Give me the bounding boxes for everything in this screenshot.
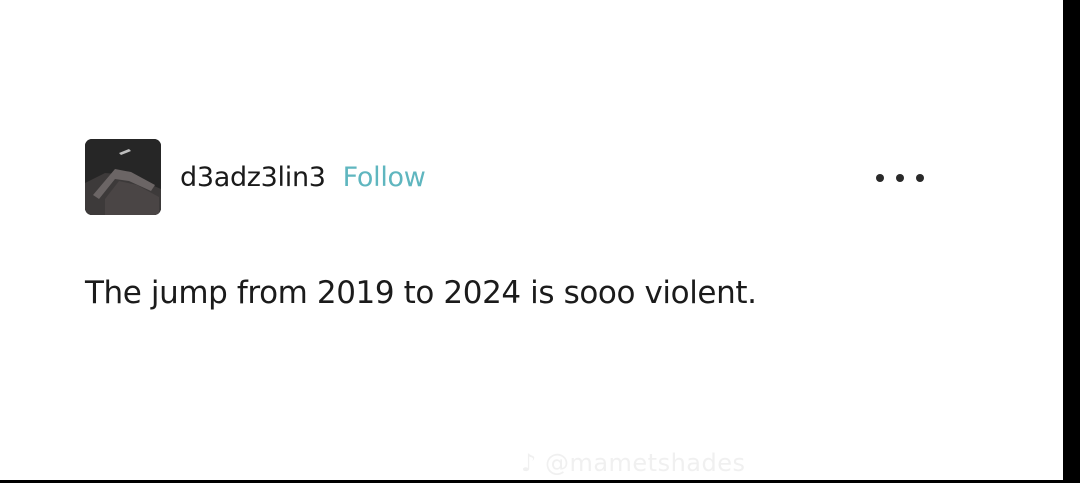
avatar[interactable] [85, 139, 161, 215]
post-card: d3adz3lin3 Follow The jump from 2019 to … [0, 0, 1063, 480]
follow-button[interactable]: Follow [343, 162, 426, 193]
more-options-icon[interactable] [876, 166, 924, 190]
username-link[interactable]: d3adz3lin3 [180, 162, 326, 193]
more-dot [896, 174, 904, 182]
avatar-image [85, 139, 161, 215]
more-dot [916, 174, 924, 182]
post-text: The jump from 2019 to 2024 is sooo viole… [85, 275, 757, 311]
more-dot [876, 174, 884, 182]
post-header: d3adz3lin3 Follow [85, 138, 426, 216]
watermark: ♪ @mametshades [521, 449, 746, 477]
